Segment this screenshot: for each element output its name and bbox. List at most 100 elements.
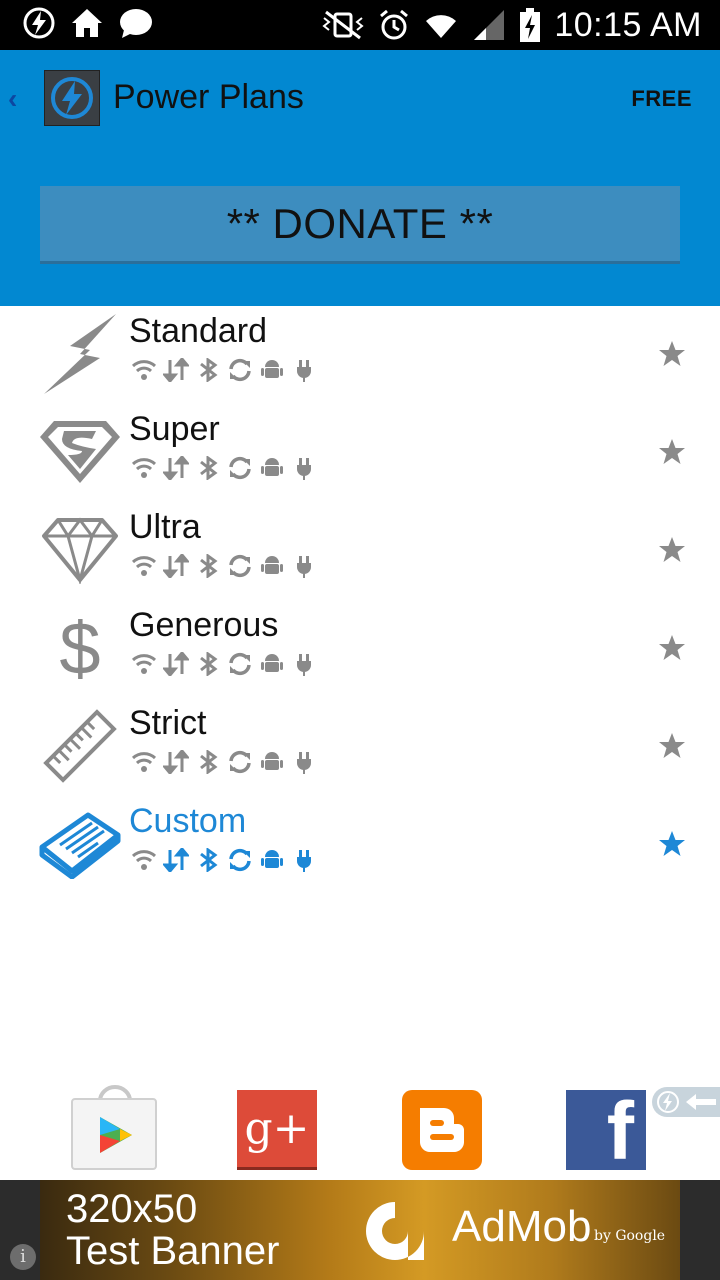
wifi-icon bbox=[130, 748, 158, 776]
blogger-icon[interactable] bbox=[402, 1090, 482, 1170]
bluetooth-icon bbox=[194, 650, 222, 678]
back-chevron-icon[interactable]: ‹ bbox=[8, 83, 17, 115]
wifi-icon bbox=[130, 552, 158, 580]
power-plug-icon bbox=[290, 454, 318, 482]
google-play-icon[interactable] bbox=[70, 1085, 157, 1170]
favorite-star-icon[interactable] bbox=[658, 340, 686, 373]
google-plus-icon[interactable]: g+ bbox=[237, 1090, 317, 1170]
diamond-icon bbox=[38, 508, 122, 592]
superman-shield-icon bbox=[38, 410, 122, 494]
power-saver-icon bbox=[22, 6, 56, 40]
signal-icon bbox=[472, 8, 506, 42]
plan-list: Standard Super Ultra $ Generous Strict C… bbox=[0, 306, 720, 894]
android-icon bbox=[258, 650, 286, 678]
favorite-star-icon[interactable] bbox=[658, 830, 686, 863]
auto-sync-icon bbox=[226, 454, 254, 482]
power-plug-icon bbox=[290, 356, 318, 384]
plan-name: Super bbox=[129, 410, 220, 448]
auto-sync-icon bbox=[226, 650, 254, 678]
ruler-icon bbox=[38, 704, 122, 788]
alarm-icon bbox=[378, 8, 410, 42]
plan-toggles bbox=[130, 748, 318, 776]
data-sync-arrows-icon bbox=[162, 748, 190, 776]
wifi-icon bbox=[130, 650, 158, 678]
android-icon bbox=[258, 748, 286, 776]
ad-brand: AdMob bbox=[452, 1202, 592, 1251]
android-icon bbox=[258, 356, 286, 384]
wifi-icon bbox=[422, 8, 460, 42]
vibrate-mute-icon bbox=[320, 8, 366, 42]
data-sync-arrows-icon bbox=[162, 356, 190, 384]
data-sync-arrows-icon bbox=[162, 552, 190, 580]
power-plug-icon bbox=[290, 650, 318, 678]
ad-banner[interactable]: 320x50 Test Banner AdMob by Google bbox=[0, 1180, 720, 1280]
bluetooth-icon bbox=[194, 356, 222, 384]
ad-by-google: by Google bbox=[594, 1228, 666, 1244]
ad-size-label: 320x50 bbox=[66, 1187, 198, 1231]
plan-item-super[interactable]: Super bbox=[0, 404, 720, 502]
plan-name: Strict bbox=[129, 704, 207, 742]
power-saver-icon bbox=[657, 1091, 679, 1113]
favorite-star-icon[interactable] bbox=[658, 634, 686, 667]
auto-sync-icon bbox=[226, 552, 254, 580]
app-header: ‹ Power Plans FREE ** DONATE ** bbox=[0, 50, 720, 306]
dollar-icon: $ bbox=[38, 606, 122, 690]
data-sync-arrows-icon bbox=[162, 650, 190, 678]
favorite-star-icon[interactable] bbox=[658, 536, 686, 569]
chat-bubble-icon bbox=[118, 6, 154, 40]
status-bar: 10:15 AM bbox=[0, 0, 720, 50]
android-icon bbox=[258, 846, 286, 874]
power-plug-icon bbox=[290, 846, 318, 874]
plan-name: Generous bbox=[129, 606, 279, 644]
admob-logo-icon bbox=[366, 1202, 424, 1260]
lightning-icon bbox=[38, 312, 122, 396]
android-icon bbox=[258, 454, 286, 482]
plan-toggles bbox=[130, 552, 318, 580]
auto-sync-icon bbox=[226, 748, 254, 776]
plan-toggles bbox=[130, 356, 318, 384]
social-links: g+ f bbox=[0, 1085, 720, 1177]
home-icon bbox=[70, 6, 104, 40]
battery-charging-icon bbox=[518, 7, 542, 43]
power-plug-icon bbox=[290, 552, 318, 580]
svg-text:$: $ bbox=[59, 608, 100, 688]
arrow-left-icon bbox=[686, 1094, 716, 1110]
bluetooth-icon bbox=[194, 454, 222, 482]
donate-button[interactable]: ** DONATE ** bbox=[40, 186, 680, 264]
facebook-icon[interactable]: f bbox=[566, 1090, 646, 1170]
app-title: Power Plans bbox=[113, 78, 304, 116]
plan-item-standard[interactable]: Standard bbox=[0, 306, 720, 404]
plan-toggles bbox=[130, 454, 318, 482]
plan-name: Custom bbox=[129, 802, 247, 840]
plan-item-strict[interactable]: Strict bbox=[0, 698, 720, 796]
bluetooth-icon bbox=[194, 748, 222, 776]
data-sync-arrows-icon bbox=[162, 846, 190, 874]
plan-toggles bbox=[130, 650, 318, 678]
wifi-icon bbox=[130, 356, 158, 384]
plan-toggles bbox=[130, 846, 318, 874]
ad-creative[interactable]: 320x50 Test Banner AdMob by Google bbox=[40, 1180, 680, 1280]
plan-item-custom[interactable]: Custom bbox=[0, 796, 720, 894]
widget-toggle[interactable] bbox=[652, 1087, 720, 1117]
auto-sync-icon bbox=[226, 846, 254, 874]
ad-text: 320x50 Test Banner bbox=[66, 1188, 279, 1272]
data-sync-arrows-icon bbox=[162, 454, 190, 482]
ad-test-label: Test Banner bbox=[66, 1229, 280, 1273]
android-icon bbox=[258, 552, 286, 580]
ad-info-icon[interactable]: i bbox=[10, 1244, 36, 1270]
favorite-star-icon[interactable] bbox=[658, 732, 686, 765]
auto-sync-icon bbox=[226, 356, 254, 384]
notepad-icon bbox=[38, 802, 122, 886]
app-logo-icon[interactable] bbox=[44, 70, 100, 126]
plan-name: Standard bbox=[129, 312, 267, 350]
plan-name: Ultra bbox=[129, 508, 201, 546]
favorite-star-icon[interactable] bbox=[658, 438, 686, 471]
plan-item-ultra[interactable]: Ultra bbox=[0, 502, 720, 600]
free-badge: FREE bbox=[631, 86, 692, 111]
clock: 10:15 AM bbox=[554, 6, 702, 44]
power-plug-icon bbox=[290, 748, 318, 776]
plan-item-generous[interactable]: $ Generous bbox=[0, 600, 720, 698]
bluetooth-icon bbox=[194, 552, 222, 580]
wifi-icon bbox=[130, 846, 158, 874]
wifi-icon bbox=[130, 454, 158, 482]
